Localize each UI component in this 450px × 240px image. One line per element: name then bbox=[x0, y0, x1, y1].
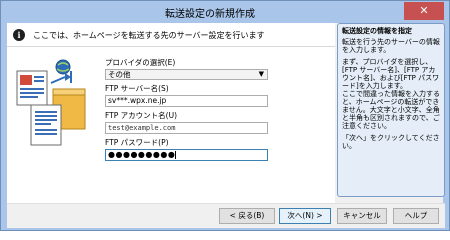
help-title: 転送設定の情報を指定 bbox=[342, 27, 412, 35]
ftp-password-label: FTP パスワード(P) bbox=[105, 138, 169, 147]
instruction-text: ここでは、ホームページを転送する先のサーバー設定を行います bbox=[33, 31, 265, 40]
provider-select[interactable]: その他 ▼ bbox=[105, 69, 268, 80]
help-paragraph-next: 「次へ」をクリックしてください。 bbox=[342, 134, 440, 150]
cancel-button[interactable]: キャンセル bbox=[337, 208, 387, 224]
dialog-title: 転送設定の新規作成 bbox=[165, 9, 255, 20]
provider-label: プロバイダの選択(E) bbox=[105, 58, 176, 67]
title-bar[interactable]: 転送設定の新規作成 ✕ bbox=[1, 1, 449, 23]
instruction-header: i ここでは、ホームページを転送する先のサーバー設定を行います bbox=[7, 23, 335, 47]
ftp-account-input[interactable]: test@example.com bbox=[105, 122, 268, 134]
ftp-server-input[interactable]: sv***.wpx.ne.jp bbox=[105, 95, 268, 107]
ftp-password-input[interactable]: ●●●●●●●●● bbox=[105, 149, 268, 161]
ftp-account-label: FTP アカウント名(U) bbox=[105, 111, 178, 120]
help-paragraph-details: まず、プロバイダを選択し、[FTP サーバー名]、[FTP アカウント名]、およ… bbox=[342, 58, 440, 130]
help-panel: 転送設定の情報を指定 転送を行う先のサーバーの情報を入力します。 まず、プロバイ… bbox=[337, 23, 445, 197]
next-button[interactable]: 次へ(N) > bbox=[279, 208, 331, 224]
info-icon: i bbox=[13, 29, 25, 41]
provider-selected-value: その他 bbox=[108, 70, 131, 79]
back-button[interactable]: < 戻る(B) bbox=[219, 208, 275, 224]
text-caret bbox=[175, 151, 177, 159]
help-paragraph-intro: 転送を行う先のサーバーの情報を入力します。 bbox=[342, 38, 440, 54]
help-button[interactable]: ヘルプ bbox=[393, 208, 439, 224]
dialog-window: 転送設定の新規作成 ✕ i ここでは、ホームページを転送する先のサーバー設定を行… bbox=[0, 0, 450, 231]
button-bar: < 戻る(B) 次へ(N) > キャンセル ヘルプ bbox=[7, 203, 445, 228]
server-transfer-illustration-icon bbox=[16, 59, 86, 146]
close-button[interactable]: ✕ bbox=[404, 2, 444, 20]
form-area: プロバイダの選択(E) その他 ▼ FTP サーバー名(S) sv***.wpx… bbox=[7, 47, 335, 203]
ftp-server-label: FTP サーバー名(S) bbox=[105, 84, 169, 93]
chevron-down-icon: ▼ bbox=[258, 70, 264, 78]
password-mask: ●●●●●●●●● bbox=[108, 150, 176, 159]
